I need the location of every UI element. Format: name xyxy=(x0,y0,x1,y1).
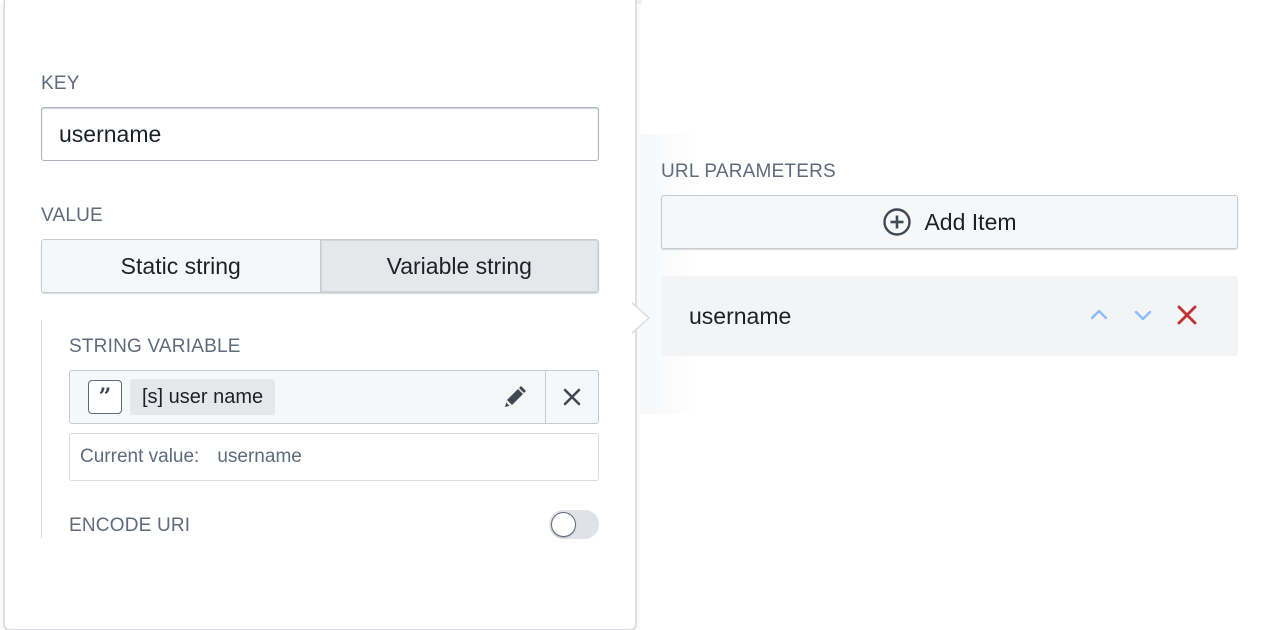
static-string-option[interactable]: Static string xyxy=(42,240,321,292)
string-variable-selector[interactable]: ” [s] user name xyxy=(69,370,599,424)
toggle-knob xyxy=(551,512,576,537)
close-icon xyxy=(563,388,581,406)
add-circle-icon xyxy=(883,208,912,236)
url-parameter-name: username xyxy=(689,302,792,329)
key-input[interactable]: username xyxy=(41,107,599,161)
url-parameters-label: URL PARAMETERS xyxy=(661,161,836,182)
edit-pencil-icon[interactable] xyxy=(500,384,528,412)
add-item-button[interactable]: Add Item xyxy=(661,195,1238,249)
clear-variable-button[interactable] xyxy=(545,371,598,423)
add-item-label: Add Item xyxy=(924,208,1017,235)
variable-tag[interactable]: [s] user name xyxy=(130,379,276,415)
row-actions xyxy=(1086,302,1200,328)
move-down-icon[interactable] xyxy=(1130,302,1156,328)
value-label: VALUE xyxy=(41,205,103,226)
delete-icon[interactable] xyxy=(1174,302,1200,328)
current-value: username xyxy=(217,446,302,467)
current-value-display: Current value: username xyxy=(69,433,599,481)
string-variable-label: STRING VARIABLE xyxy=(69,336,241,357)
value-type-segmented-control: Static string Variable string xyxy=(41,239,599,293)
popover-arrow-fill xyxy=(631,303,648,333)
variable-string-option[interactable]: Variable string xyxy=(320,240,598,292)
url-parameter-row[interactable]: username xyxy=(661,276,1238,356)
encode-uri-toggle[interactable] xyxy=(549,510,599,539)
key-label: KEY xyxy=(41,73,80,94)
quote-icon: ” xyxy=(88,380,122,414)
current-value-label: Current value: xyxy=(80,446,200,467)
encode-uri-label: ENCODE URI xyxy=(69,515,191,536)
move-up-icon[interactable] xyxy=(1086,302,1112,328)
indent-divider xyxy=(41,320,42,538)
